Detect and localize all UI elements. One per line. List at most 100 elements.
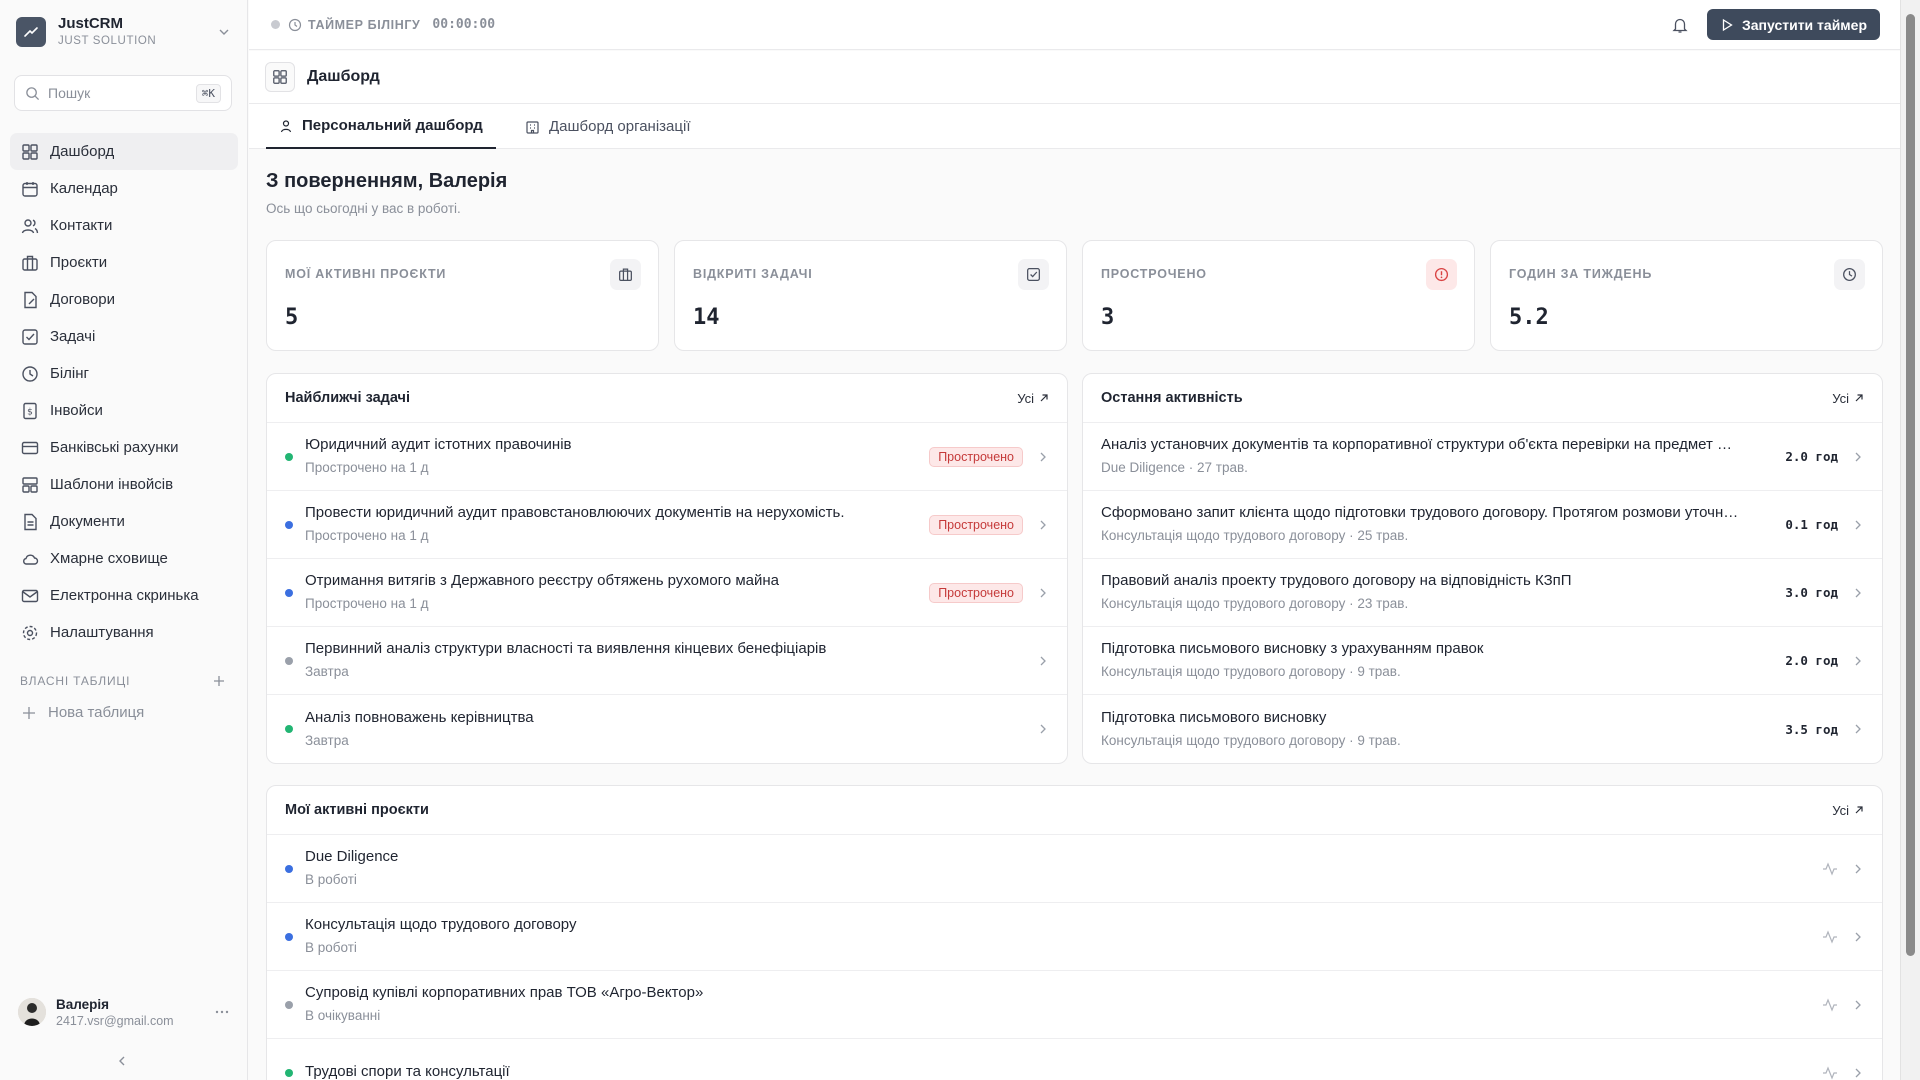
chevron-right-icon (1855, 452, 1861, 461)
project-status: В роботі (305, 872, 357, 887)
tab-organization-dashboard[interactable]: Дашборд організації (513, 104, 702, 149)
chevron-right-icon (1040, 452, 1046, 461)
project-row[interactable]: Консультація щодо трудового договору В р… (267, 903, 1882, 971)
timer-status-dot (271, 20, 280, 29)
recent-activity-card: Остання активність Усі Аналіз установчих… (1082, 373, 1883, 764)
stat-label: МОЇ АКТИВНІ ПРОЄКТИ (285, 267, 447, 281)
sidebar-item-mailbox[interactable]: Електронна скринька (10, 577, 238, 614)
scrollbar-thumb[interactable] (1906, 14, 1915, 956)
task-row[interactable]: Аналіз повноважень керівництва Завтра (267, 695, 1067, 763)
project-row[interactable]: Супровід купівлі корпоративних прав ТОВ … (267, 971, 1882, 1039)
sidebar-item-projects[interactable]: Проєкти (10, 244, 238, 281)
task-row[interactable]: Юридичний аудит істотних правочинів Прос… (267, 423, 1067, 491)
tab-personal-dashboard[interactable]: Персональний дашборд (266, 104, 496, 149)
sidebar-item-label: Календар (50, 180, 118, 197)
stat-card-hours-week[interactable]: ГОДИН ЗА ТИЖДЕНЬ 5.2 (1490, 240, 1883, 351)
activity-hours: 2.0 год (1785, 449, 1838, 464)
activity-title: Підготовка письмового висновку (1101, 708, 1327, 726)
page-scrollbar[interactable] (1900, 0, 1920, 1080)
status-dot (285, 933, 293, 941)
status-dot (285, 657, 293, 665)
user-icon (280, 119, 292, 132)
more-icon[interactable] (214, 1004, 230, 1020)
dashboard-icon[interactable] (265, 62, 295, 92)
greeting-subtitle: Ось що сьогодні у вас в роботі. (266, 201, 461, 216)
view-all-activity-link[interactable]: Усі (1832, 391, 1864, 406)
search-placeholder: Пошук (48, 85, 91, 101)
new-table-button[interactable]: Нова таблиця (21, 704, 144, 721)
contacts-icon (21, 218, 39, 233)
arrow-up-right-icon (1855, 394, 1863, 402)
arrow-up-right-icon (1040, 394, 1048, 402)
activity-title: Підготовка письмового висновку з урахува… (1101, 640, 1484, 657)
sidebar-item-invoice-templates[interactable]: Шаблони інвойсів (10, 466, 238, 503)
stat-label: ВІДКРИТІ ЗАДАЧІ (693, 267, 813, 281)
active-projects-card: Мої активні проєкти Усі Due Diligence В … (266, 785, 1883, 1080)
stat-card-active-projects[interactable]: МОЇ АКТИВНІ ПРОЄКТИ 5 (266, 240, 659, 351)
overdue-badge: Прострочено (929, 582, 1023, 603)
status-dot (285, 1001, 293, 1009)
top-bar: ТАЙМЕР БІЛІНГУ 00:00:00 Запустити таймер (249, 0, 1900, 50)
start-timer-label: Запустити таймер (1742, 16, 1867, 33)
sidebar-item-cloud-storage[interactable]: Хмарне сховище (10, 540, 238, 577)
project-title: Трудові спори та консультації (305, 1062, 510, 1080)
project-row[interactable]: Трудові спори та консультації (267, 1039, 1882, 1080)
sidebar-item-documents[interactable]: Документи (10, 503, 238, 540)
sidebar-item-contracts[interactable]: Договори (10, 281, 238, 318)
sidebar-item-label: Інвойси (50, 402, 103, 419)
bell-icon[interactable] (1671, 16, 1689, 34)
activity-hours: 3.5 год (1785, 721, 1838, 737)
task-row[interactable]: Провести юридичний аудит правовстановлюю… (267, 491, 1067, 559)
mail-icon (21, 589, 39, 602)
sidebar-item-tasks[interactable]: Задачі (10, 318, 238, 355)
sidebar-item-billing[interactable]: Білінг (10, 355, 238, 392)
status-dot (285, 453, 293, 461)
tab-label: Дашборд організації (549, 118, 691, 135)
sidebar-item-calendar[interactable]: Календар (10, 170, 238, 207)
sidebar-item-dashboard[interactable]: Дашборд (10, 133, 238, 170)
activity-row[interactable]: Підготовка письмового висновку Консульта… (1083, 695, 1882, 763)
activity-hours: 2.0 год (1785, 653, 1838, 668)
search-icon (26, 86, 40, 100)
start-timer-button[interactable]: Запустити таймер (1707, 9, 1880, 40)
workspace-switcher[interactable]: JustCRM JUST SOLUTION (16, 14, 232, 50)
chevron-right-icon (1855, 932, 1861, 941)
task-due: Завтра (305, 732, 349, 748)
chevron-right-icon (1855, 656, 1861, 665)
view-all-projects-link[interactable]: Усі (1832, 803, 1864, 818)
custom-tables-label: ВЛАСНІ ТАБЛИЦІ (20, 674, 131, 688)
stat-card-overdue[interactable]: ПРОСТРОЧЕНО 3 (1082, 240, 1475, 351)
sidebar-item-label: Хмарне сховище (50, 550, 168, 567)
gear-icon (22, 625, 38, 640)
activity-row[interactable]: Аналіз установчих документів та корпорат… (1083, 423, 1882, 491)
view-all-tasks-link[interactable]: Усі (1017, 391, 1049, 406)
collapse-sidebar-icon[interactable] (115, 1054, 129, 1068)
search-input[interactable]: Пошук ⌘K (14, 75, 232, 111)
activity-row[interactable]: Правовий аналіз проекту трудового догово… (1083, 559, 1882, 627)
activity-meta: Консультація щодо трудового договору · 2… (1101, 596, 1409, 611)
sidebar-item-label: Дашборд (50, 143, 115, 160)
project-status: В очікуванні (305, 1008, 381, 1023)
page-header: Дашборд (249, 51, 1900, 104)
task-row[interactable]: Первинний аналіз структури власності та … (267, 627, 1067, 695)
activity-row[interactable]: Сформовано запит клієнта щодо підготовки… (1083, 491, 1882, 559)
sidebar-item-settings[interactable]: Налаштування (10, 614, 238, 651)
sidebar-item-invoices[interactable]: $ Інвойси (10, 392, 238, 429)
stat-card-open-tasks[interactable]: ВІДКРИТІ ЗАДАЧІ 14 (674, 240, 1067, 351)
briefcase-icon (22, 255, 38, 271)
activity-hours: 3.0 год (1785, 585, 1838, 600)
task-row[interactable]: Отримання витягів з Державного реєстру о… (267, 559, 1067, 627)
project-row[interactable]: Due Diligence В роботі (267, 835, 1882, 903)
sidebar-item-label: Налаштування (50, 624, 154, 641)
task-title: Отримання витягів з Державного реєстру о… (305, 572, 779, 589)
activity-title: Сформовано запит клієнта щодо підготовки… (1101, 504, 1739, 521)
user-profile[interactable]: Валерія 2417.vsr@gmail.com (18, 990, 230, 1034)
chevron-right-icon (1040, 520, 1046, 529)
activity-row[interactable]: Підготовка письмового висновку з урахува… (1083, 627, 1882, 695)
user-name: Валерія (56, 996, 110, 1012)
overdue-badge: Прострочено (929, 514, 1023, 535)
sidebar-item-bank-accounts[interactable]: Банківські рахунки (10, 429, 238, 466)
cloud-icon (23, 554, 39, 565)
plus-icon[interactable] (212, 674, 226, 688)
sidebar-item-contacts[interactable]: Контакти (10, 207, 238, 244)
